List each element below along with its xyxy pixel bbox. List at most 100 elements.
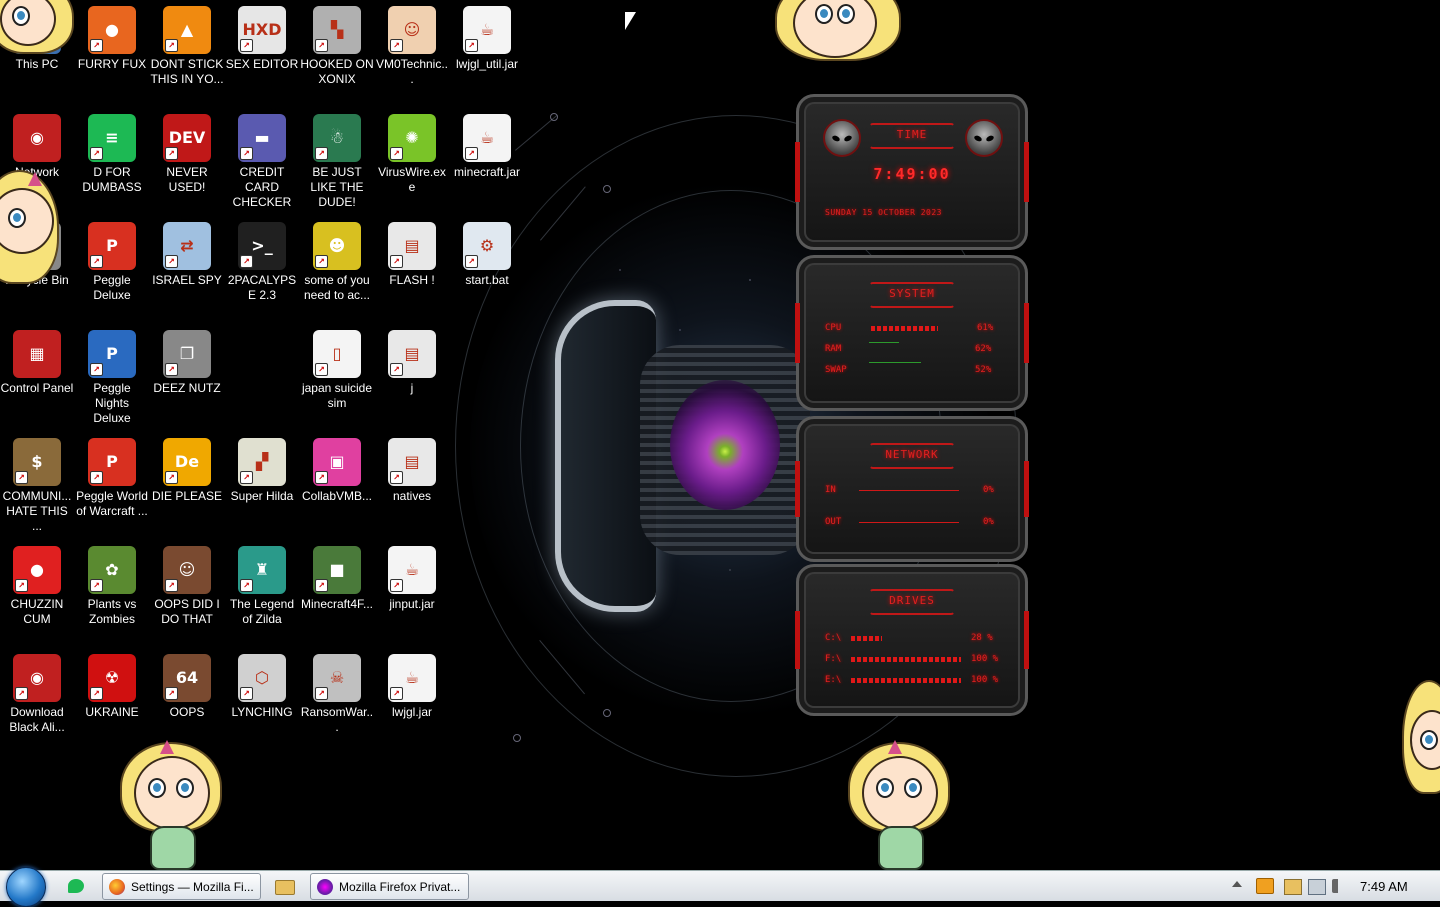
desktop-icon[interactable]: ▲ ↗ DONT STICK THIS IN YO...: [150, 6, 224, 87]
desktop-icon[interactable]: ☕ ↗ lwjgl.jar: [375, 654, 449, 720]
desktop-icon-label: D FOR DUMBASS: [82, 165, 142, 194]
time-panel: TIME 7:49:00 SUNDAY 15 OCTOBER 2023: [795, 94, 1029, 250]
peggle-nights-icon: P ↗: [88, 330, 136, 378]
desktop-icon[interactable]: ☢ ↗ UKRAINE: [75, 654, 149, 720]
desktop-icon[interactable]: ▬ ↗ CREDIT CARD CHECKER: [225, 114, 299, 210]
desktop-icon[interactable]: ✺ ↗ VirusWire.exe: [375, 114, 449, 195]
desktop-icon[interactable]: ☻ ↗ some of you need to ac...: [300, 222, 374, 303]
network-icon[interactable]: [1308, 879, 1326, 895]
desktop-icon-label: some of you need to ac...: [303, 273, 371, 302]
shortcut-arrow-icon: ↗: [315, 255, 328, 268]
desktop-icon[interactable]: ☕ ↗ lwjgl_util.jar: [450, 6, 524, 72]
shortcut-arrow-icon: ↗: [240, 255, 253, 268]
desktop-icon[interactable]: ▤ ↗ FLASH !: [375, 222, 449, 288]
shortcut-arrow-icon: ↗: [165, 255, 178, 268]
drive-value: 100 %: [971, 675, 999, 685]
wallpaper-node: [603, 185, 611, 193]
shortcut-arrow-icon: ↗: [15, 579, 28, 592]
file-icon: ▤ ↗: [388, 330, 436, 378]
drives-panel: DRIVES C:\ 28 % F:\ 100 % E:\ 100 %: [795, 564, 1029, 716]
desktop-icon[interactable]: >_ ↗ 2PACALYPSE 2.3: [225, 222, 299, 303]
desktop-icon[interactable]: ▞ ↗ Super Hilda: [225, 438, 299, 504]
shortcut-arrow-icon: ↗: [165, 363, 178, 376]
desktop-icon[interactable]: ⬡ ↗ LYNCHING: [225, 654, 299, 720]
show-hidden-icons-chevron-icon[interactable]: [1232, 881, 1242, 887]
network-panel: NETWORK IN 0% OUT 0%: [795, 416, 1029, 562]
desktop-icon[interactable]: ☺ ↗ VM0Technic...: [375, 6, 449, 87]
java-update-icon[interactable]: [1256, 878, 1274, 894]
desktop-icon[interactable]: ■ ↗ Minecraft4F...: [300, 546, 374, 612]
desktop-icon[interactable]: HXD ↗ SEX EDITOR: [225, 6, 299, 72]
shortcut-arrow-icon: ↗: [240, 471, 253, 484]
desktop-icon[interactable]: ▤ ↗ natives: [375, 438, 449, 504]
desktop-icon-label: CREDIT CARD CHECKER: [232, 165, 292, 209]
desktop-icon[interactable]: ⇄ ↗ ISRAEL SPY: [150, 222, 224, 288]
shortcut-arrow-icon: ↗: [465, 255, 478, 268]
money-bag-icon: $ ↗: [13, 438, 61, 486]
drive-label: C:\: [825, 633, 842, 643]
desktop-icon[interactable]: ● ↗ CHUZZIN CUM: [0, 546, 74, 627]
desktop-icon-label: The Legend of Zilda: [229, 597, 295, 626]
desktop-icon-label: FURRY FUX: [77, 57, 147, 71]
desktop-icon[interactable]: ☺ ↗ OOPS DID I DO THAT: [150, 546, 224, 627]
desktop-icon-label: Minecraft4F...: [300, 597, 374, 611]
desktop-icon[interactable]: ☃ ↗ BE JUST LIKE THE DUDE!: [300, 114, 374, 210]
desktop-icon[interactable]: DEV ↗ NEVER USED!: [150, 114, 224, 195]
desktop-icon-label: Control Panel: [0, 381, 74, 395]
gear-file-icon: ⚙ ↗: [463, 222, 511, 270]
action-center-flag-icon[interactable]: [1284, 879, 1302, 895]
desktop-icon[interactable]: De ↗ DIE PLEASE: [150, 438, 224, 504]
desktop-icon-label: VirusWire.exe: [378, 165, 446, 194]
desktop[interactable]: ▭This PC●↗FURRY FUX▲↗DONT STICK THIS IN …: [0, 0, 1440, 870]
shortcut-arrow-icon: ↗: [165, 39, 178, 52]
desktop-icon[interactable]: ☕ ↗ jinput.jar: [375, 546, 449, 612]
start-button[interactable]: [6, 867, 46, 907]
folder-icon: [275, 880, 295, 895]
drive-usage-bar: [851, 636, 882, 641]
star-butterfly-sticker: [848, 740, 950, 870]
desktop-icon[interactable]: ≡ ↗ D FOR DUMBASS: [75, 114, 149, 195]
desktop-icon[interactable]: P ↗ Peggle Deluxe: [75, 222, 149, 303]
desktop-icon[interactable]: $ ↗ COMMUNI... HATE THIS ...: [0, 438, 74, 534]
desktop-icon[interactable]: ▚ ↗ HOOKED ON XONIX: [300, 6, 374, 87]
desktop-icon[interactable]: ✿ ↗ Plants vs Zombies: [75, 546, 149, 627]
shortcut-arrow-icon: ↗: [90, 687, 103, 700]
taskbar-task-firefox-private[interactable]: Mozilla Firefox Privat...: [310, 873, 469, 900]
desktop-icon-label: start.bat: [465, 273, 509, 287]
desktop-icon-label: Download Black Ali...: [9, 705, 65, 734]
desktop-icon[interactable]: P ↗ Peggle Nights Deluxe: [75, 330, 149, 426]
desktop-icon[interactable]: ▦ Control Panel: [0, 330, 74, 396]
desktop-icon[interactable]: ▤ ↗ j: [375, 330, 449, 396]
desktop-icon-label: RansomWar...: [300, 705, 374, 734]
shortcut-arrow-icon: ↗: [315, 363, 328, 376]
desktop-icon[interactable]: P ↗ Peggle World of Warcraft ...: [75, 438, 149, 519]
desktop-icon[interactable]: ⚙ ↗ start.bat: [450, 222, 524, 288]
desktop-icon-label: Plants vs Zombies: [87, 597, 137, 626]
desktop-icon[interactable]: ☠ ↗ RansomWar...: [300, 654, 374, 735]
chuzzle-icon: ● ↗: [13, 546, 61, 594]
desktop-icon-label: NEVER USED!: [166, 165, 208, 194]
desktop-icon[interactable]: ♜ ↗ The Legend of Zilda: [225, 546, 299, 627]
desktop-icon[interactable]: ▯ ↗ japan suicide sim: [300, 330, 374, 411]
shortcut-arrow-icon: ↗: [315, 147, 328, 160]
desktop-icon[interactable]: ◉ ↗ Download Black Ali...: [0, 654, 74, 735]
shortcut-arrow-icon: ↗: [165, 579, 178, 592]
pinned-explorer[interactable]: [272, 874, 296, 898]
drives-title: DRIVES: [889, 594, 935, 607]
desktop-icon-label: natives: [392, 489, 432, 503]
shortcut-arrow-icon: ↗: [15, 687, 28, 700]
shortcut-arrow-icon: ↗: [390, 255, 403, 268]
desktop-icon[interactable]: 64 ↗ OOPS: [150, 654, 224, 720]
shortcut-arrow-icon: ↗: [240, 39, 253, 52]
desktop-icon-label: 2PACALYPSE 2.3: [227, 273, 297, 302]
taskbar-clock[interactable]: 7:49 AM: [1360, 879, 1408, 894]
shortcut-arrow-icon: ↗: [90, 147, 103, 160]
volume-icon[interactable]: [1332, 879, 1346, 893]
desktop-icon[interactable]: ● ↗ FURRY FUX: [75, 6, 149, 72]
desktop-icon[interactable]: ▣ ↗ CollabVMB...: [300, 438, 374, 504]
desktop-icon[interactable]: ❐ ↗ DEEZ NUTZ: [150, 330, 224, 396]
desktop-icon[interactable]: ☕ ↗ minecraft.jar: [450, 114, 524, 180]
shortcut-arrow-icon: ↗: [465, 39, 478, 52]
pinned-app-icon[interactable]: [64, 874, 88, 898]
taskbar-task-settings[interactable]: Settings — Mozilla Fi...: [102, 873, 261, 900]
